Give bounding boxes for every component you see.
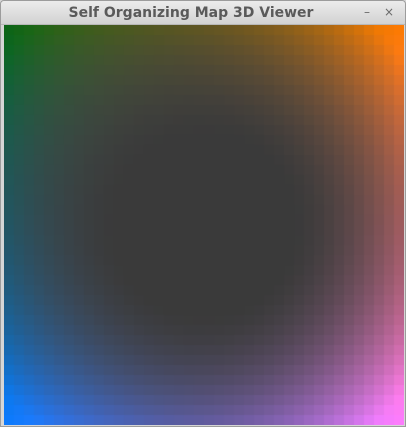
minimize-icon[interactable]: – bbox=[359, 4, 375, 20]
app-window: Self Organizing Map 3D Viewer – × bbox=[0, 0, 406, 427]
window-title: Self Organizing Map 3D Viewer bbox=[68, 5, 314, 21]
title-bar[interactable]: Self Organizing Map 3D Viewer – × bbox=[1, 1, 405, 25]
som-viewport[interactable] bbox=[4, 25, 404, 425]
close-icon[interactable]: × bbox=[381, 4, 397, 20]
som-color-grid[interactable] bbox=[4, 25, 404, 425]
